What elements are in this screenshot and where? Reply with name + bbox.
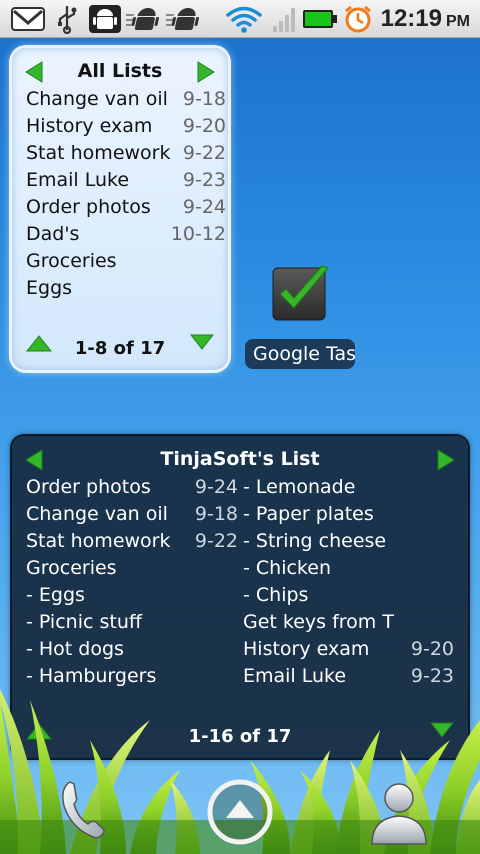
task-title: Stat homework: [26, 142, 171, 164]
tinjasoft-list-widget[interactable]: TinjaSoft's List Order photos 9-24 Change…: [12, 436, 468, 758]
task-item[interactable]: - Eggs: [26, 584, 238, 611]
task-title: History exam: [26, 115, 153, 137]
battery-icon: [303, 10, 337, 28]
next-list-arrow-icon[interactable]: [196, 60, 216, 84]
task-item[interactable]: History exam 9-20: [26, 115, 226, 142]
task-item[interactable]: Get keys from T: [243, 611, 454, 638]
task-item[interactable]: - Chicken: [243, 557, 454, 584]
widget-title[interactable]: TinjaSoft's List: [12, 448, 468, 470]
task-item[interactable]: Change van oil 9-18: [26, 88, 226, 115]
task-date: 9-24: [182, 196, 226, 218]
clock: 12:19 PM: [381, 4, 470, 34]
task-title: Eggs: [26, 277, 73, 299]
task-date: 9-18: [182, 88, 226, 110]
task-date: 9-18: [194, 503, 238, 525]
android-debug-icon: [89, 5, 121, 33]
task-date: 9-23: [182, 169, 226, 191]
task-item[interactable]: Order photos 9-24: [26, 196, 226, 223]
task-title: - Lemonade: [243, 476, 356, 498]
task-item[interactable]: - Hot dogs: [26, 638, 238, 665]
task-date: 9-20: [410, 638, 454, 660]
task-title: Groceries: [26, 250, 117, 272]
phone-icon[interactable]: [56, 778, 108, 842]
task-item[interactable]: Groceries: [26, 557, 238, 584]
task-item[interactable]: - Lemonade: [243, 476, 454, 503]
checkmark-icon[interactable]: [270, 262, 332, 324]
task-title: - Eggs: [26, 584, 85, 606]
task-item[interactable]: Change van oil 9-18: [26, 503, 238, 530]
contacts-icon[interactable]: [368, 778, 430, 846]
task-title: - Hamburgers: [26, 665, 157, 687]
task-title: Email Luke: [26, 169, 130, 191]
task-item[interactable]: - Paper plates: [243, 503, 454, 530]
task-item[interactable]: History exam 9-20: [243, 638, 454, 665]
clock-ampm: PM: [446, 13, 470, 30]
clock-time: 12:19: [380, 5, 442, 32]
task-item[interactable]: Groceries: [26, 250, 226, 277]
task-item[interactable]: Eggs: [26, 277, 226, 304]
all-lists-widget[interactable]: All Lists Change van oil 9-18 History exa…: [12, 48, 228, 370]
task-date: 9-20: [182, 115, 226, 137]
android-icon: [166, 8, 199, 30]
signal-icon: [273, 8, 295, 32]
task-title: Change van oil: [26, 503, 168, 525]
task-title: - Chicken: [243, 557, 331, 579]
scroll-down-arrow-icon[interactable]: [430, 722, 454, 738]
task-title: Order photos: [26, 196, 151, 218]
task-date: 9-22: [194, 530, 238, 552]
scroll-down-arrow-icon[interactable]: [190, 334, 214, 350]
task-title: Get keys from T: [243, 611, 394, 633]
task-item[interactable]: Email Luke 9-23: [243, 665, 454, 692]
gmail-icon: [11, 7, 45, 31]
wifi-icon: [226, 6, 262, 33]
task-item[interactable]: Order photos 9-24: [26, 476, 238, 503]
task-title: Groceries: [26, 557, 117, 579]
task-title: - Hot dogs: [26, 638, 124, 660]
task-item[interactable]: - Chips: [243, 584, 454, 611]
widget-page-count: 1-16 of 17: [188, 726, 292, 747]
task-title: Dad's: [26, 223, 80, 245]
task-item[interactable]: Stat homework 9-22: [26, 142, 226, 169]
task-date: 9-22: [182, 142, 226, 164]
task-date: 9-23: [410, 665, 454, 687]
task-title: History exam: [243, 638, 370, 660]
launcher-icon[interactable]: [206, 778, 274, 846]
task-item[interactable]: - Hamburgers: [26, 665, 238, 692]
task-item[interactable]: Dad's 10-12: [26, 223, 226, 250]
google-tasks-shortcut-label[interactable]: Google Tasks: [245, 339, 355, 369]
task-title: - Paper plates: [243, 503, 374, 525]
task-date: 10-12: [170, 223, 226, 245]
task-title: Stat homework: [26, 530, 171, 552]
task-item[interactable]: Stat homework 9-22: [26, 530, 238, 557]
usb-icon: [58, 6, 77, 34]
task-title: - Picnic stuff: [26, 611, 142, 633]
task-date: 9-24: [194, 476, 238, 498]
task-title: - String cheese: [243, 530, 387, 552]
status-bar: 12:19 PM: [0, 0, 480, 38]
task-item[interactable]: - String cheese: [243, 530, 454, 557]
task-title: Order photos: [26, 476, 151, 498]
next-list-arrow-icon[interactable]: [436, 448, 456, 472]
android-icon: [126, 8, 159, 30]
task-item[interactable]: Email Luke 9-23: [26, 169, 226, 196]
alarm-icon: [345, 5, 371, 33]
task-title: Change van oil: [26, 88, 168, 110]
task-title: Email Luke: [243, 665, 347, 687]
task-title: - Chips: [243, 584, 309, 606]
task-item[interactable]: - Picnic stuff: [26, 611, 238, 638]
